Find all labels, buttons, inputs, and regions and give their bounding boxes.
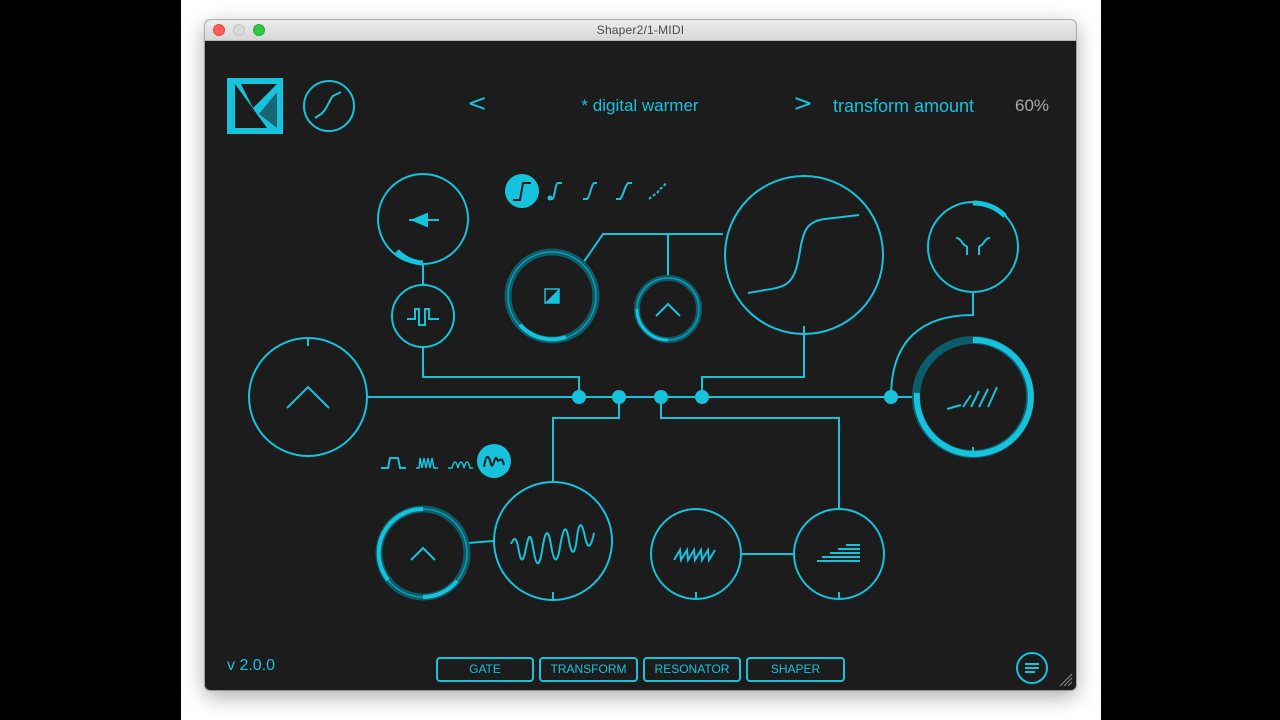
output-knob[interactable] xyxy=(912,336,1034,458)
connection-gate xyxy=(422,346,580,397)
connection-transform xyxy=(582,233,723,264)
module-tabs: GATE TRANSFORM RESONATOR SHAPER xyxy=(436,657,845,682)
transform-knob[interactable] xyxy=(504,248,600,344)
tab-shaper[interactable]: SHAPER xyxy=(746,657,845,682)
window-title: Shaper2/1-MIDI xyxy=(596,23,685,37)
title-bar[interactable]: Shaper2/1-MIDI xyxy=(205,20,1076,41)
tab-resonator[interactable]: RESONATOR xyxy=(643,657,741,682)
step-curve-3-icon[interactable] xyxy=(583,182,597,200)
sawtooth-wave-icon xyxy=(673,546,716,564)
random-wave-icon[interactable] xyxy=(477,444,511,478)
envelope-knob[interactable] xyxy=(377,173,469,266)
lfo-rate-knob[interactable] xyxy=(375,505,471,601)
plugin-window: Shaper2/1-MIDI < * digital warmer > tran… xyxy=(205,20,1076,690)
shaper-curve-display[interactable] xyxy=(724,175,884,335)
step-curve-5-icon[interactable] xyxy=(648,182,667,200)
burst-wave-icon[interactable] xyxy=(416,457,438,469)
transform-amount-knob[interactable] xyxy=(634,275,702,343)
step-curve-4-icon[interactable] xyxy=(616,182,632,200)
signal-flow-diagram xyxy=(248,173,1034,601)
version-label: v 2.0.0 xyxy=(227,657,276,674)
lfo-wave-selector xyxy=(381,444,511,478)
resize-grip-icon[interactable] xyxy=(1057,671,1073,687)
tab-transform[interactable]: TRANSFORM xyxy=(539,657,638,682)
connection-shaper xyxy=(701,330,805,397)
pulse-wave-icon[interactable] xyxy=(381,457,406,469)
resonator-decay-knob[interactable] xyxy=(793,508,885,600)
square-split-icon xyxy=(544,288,560,304)
menu-lines-icon[interactable] xyxy=(1015,651,1049,685)
step-curve-2-icon[interactable] xyxy=(547,182,563,201)
connection-lfo xyxy=(552,397,620,482)
step-curve-1-icon[interactable] xyxy=(505,174,539,208)
resonator-knob[interactable] xyxy=(650,508,742,600)
sine-burst-wave-icon[interactable] xyxy=(448,461,473,469)
tab-gate[interactable]: GATE xyxy=(436,657,534,682)
plugin-panel: < * digital warmer > transform amount 60… xyxy=(205,41,1076,690)
lfo-waveform-display[interactable] xyxy=(493,481,613,601)
input-node[interactable] xyxy=(248,337,368,457)
filter-knob[interactable] xyxy=(927,200,1019,293)
gate-pattern-node[interactable] xyxy=(391,284,455,348)
connection-lfo-rate xyxy=(467,540,494,544)
connection-resonator xyxy=(660,397,840,509)
shape-selector xyxy=(505,174,667,208)
